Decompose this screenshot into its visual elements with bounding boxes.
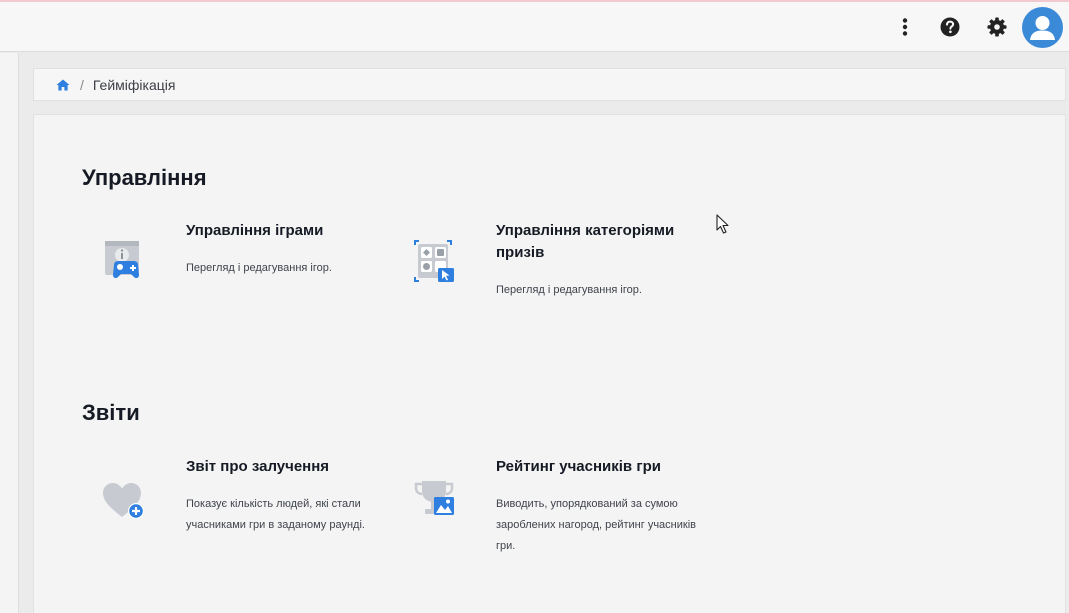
mouse-cursor-icon [716,214,729,234]
breadcrumb: / Гейміфікація [33,68,1066,101]
heart-plus-icon [103,483,144,519]
main-content: Управління Управління іграми Перегляд і … [33,114,1066,613]
game-controller-icon [105,241,139,279]
home-icon[interactable] [56,79,70,91]
breadcrumb-current: Гейміфікація [92,76,176,93]
section-title-reports: Звіти [82,400,140,425]
gear-icon[interactable] [985,15,1009,39]
section-title-management: Управління [82,165,207,190]
card-desc-participants-rating: Виводить, упорядкований за сумою заробле… [496,498,696,552]
card-title-participants-rating[interactable]: Рейтинг учасників гри [496,456,706,478]
prize-categories-icon [414,240,454,282]
help-icon[interactable] [938,15,962,39]
breadcrumb-separator: / [80,76,84,93]
top-bar [0,2,1069,52]
card-title-engagement-report[interactable]: Звіт про залучення [186,456,396,478]
card-desc-game-management: Перегляд і редагування ігор. [186,262,332,274]
user-avatar-icon [1030,16,1055,40]
card-desc-prize-categories: Перегляд і редагування ігор. [496,284,642,296]
left-sidebar-strip [0,53,19,613]
trophy-icon [414,481,454,515]
card-desc-engagement-report: Показує кількість людей, які стали учасн… [186,498,365,531]
more-vertical-icon[interactable] [893,15,917,39]
card-title-game-management[interactable]: Управління іграми [186,220,396,242]
user-avatar[interactable] [1022,7,1063,48]
card-title-prize-categories[interactable]: Управління категоріями призів [496,220,706,264]
